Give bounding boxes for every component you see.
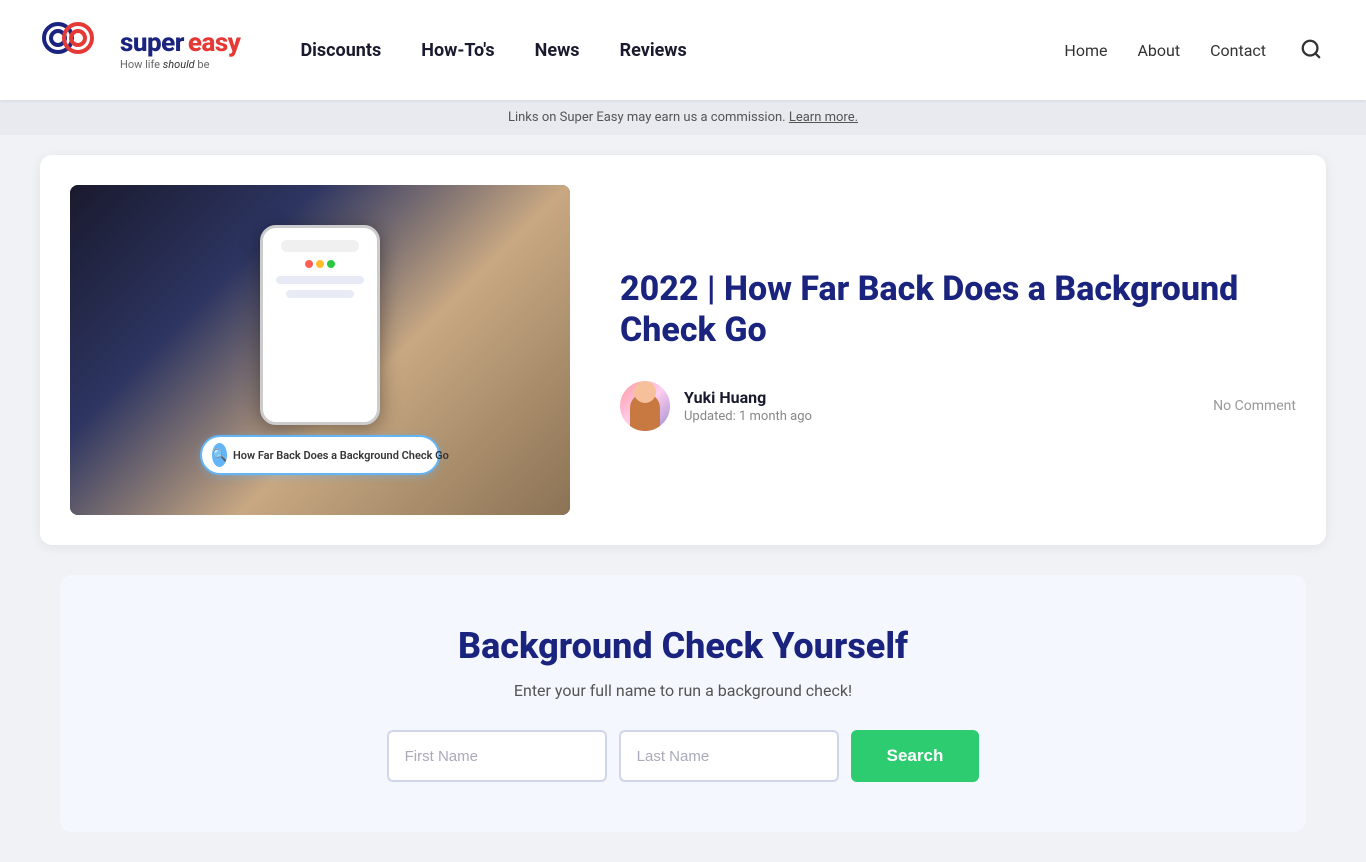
author-row: Yuki Huang Updated: 1 month ago No Comme… [620, 381, 1296, 431]
nav-item-home[interactable]: Home [1064, 41, 1107, 60]
search-bubble-icon: 🔍 [212, 443, 227, 467]
search-button[interactable] [1296, 34, 1326, 67]
main-navigation: Discounts How-To's News Reviews [300, 40, 1064, 61]
logo[interactable]: super easy How life should be [40, 18, 240, 83]
notice-bar: Links on Super Easy may earn us a commis… [0, 100, 1366, 135]
search-bubble-text: How Far Back Does a Background Check Go [233, 449, 449, 462]
author-details: Yuki Huang Updated: 1 month ago [684, 388, 812, 424]
search-icon [1300, 38, 1322, 60]
article-card: 🔍 How Far Back Does a Background Check G… [40, 155, 1326, 545]
author-info: Yuki Huang Updated: 1 month ago [620, 381, 812, 431]
phone-line-1 [276, 276, 364, 284]
avatar-figure [630, 393, 660, 431]
phone-top-bar [281, 240, 359, 252]
nav-item-news[interactable]: News [535, 40, 580, 61]
bg-check-widget: Background Check Yourself Enter your ful… [60, 575, 1306, 832]
article-image: 🔍 How Far Back Does a Background Check G… [70, 185, 570, 515]
notice-text: Links on Super Easy may earn us a commis… [508, 110, 786, 125]
last-name-input[interactable] [619, 730, 839, 782]
phone-line-2 [286, 290, 355, 298]
notice-link[interactable]: Learn more. [789, 110, 858, 125]
search-bubble: 🔍 How Far Back Does a Background Check G… [200, 435, 440, 475]
article-meta: 2022 | How Far Back Does a Background Ch… [620, 269, 1296, 431]
nav-item-discounts[interactable]: Discounts [300, 40, 381, 61]
logo-tagline: How life should be [120, 59, 240, 71]
avatar-head [634, 381, 656, 403]
search-button[interactable]: Search [851, 730, 980, 782]
author-updated: Updated: 1 month ago [684, 409, 812, 424]
avatar-inner [620, 381, 670, 431]
site-header: super easy How life should be Discounts … [0, 0, 1366, 100]
nav-item-reviews[interactable]: Reviews [620, 40, 687, 61]
image-overlay: 🔍 How Far Back Does a Background Check G… [70, 185, 570, 515]
dot-red [305, 260, 313, 268]
phone-mockup [260, 225, 380, 425]
bg-check-form: Search [100, 730, 1266, 782]
logo-easy-text: easy [188, 28, 241, 58]
dot-green [327, 260, 335, 268]
secondary-navigation: Home About Contact [1064, 34, 1326, 67]
bg-check-subtitle: Enter your full name to run a background… [100, 681, 1266, 700]
author-name: Yuki Huang [684, 388, 812, 407]
nav-item-howtos[interactable]: How-To's [421, 40, 494, 61]
first-name-input[interactable] [387, 730, 607, 782]
article-title: 2022 | How Far Back Does a Background Ch… [620, 269, 1296, 351]
nav-item-contact[interactable]: Contact [1210, 41, 1266, 60]
comment-count: No Comment [1213, 398, 1296, 414]
main-content: 🔍 How Far Back Does a Background Check G… [0, 135, 1366, 862]
dot-yellow [316, 260, 324, 268]
phone-dots [305, 260, 335, 268]
bg-check-title: Background Check Yourself [100, 625, 1266, 667]
logo-super-text: super [120, 28, 184, 58]
author-avatar [620, 381, 670, 431]
logo-icon [40, 18, 110, 83]
nav-item-about[interactable]: About [1137, 41, 1180, 60]
